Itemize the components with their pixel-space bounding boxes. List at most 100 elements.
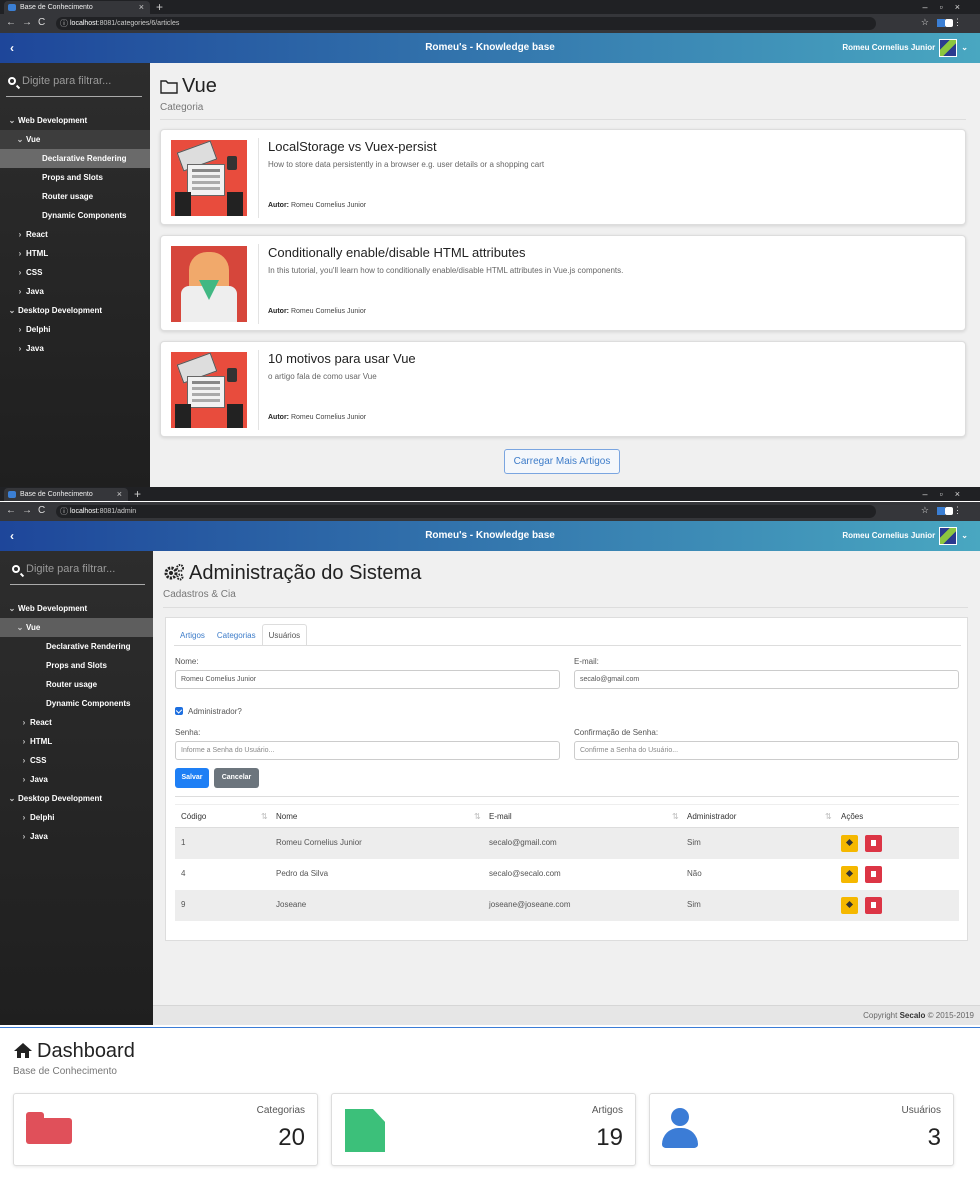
column-header-email[interactable]: E-mail: [489, 812, 512, 821]
tree-item-html[interactable]: › HTML: [0, 732, 153, 751]
sort-icon[interactable]: ⇅: [672, 812, 679, 821]
chevron-right-icon: ›: [22, 718, 26, 727]
cell-code: 9: [181, 900, 186, 909]
address-bar[interactable]: ⓘ localhost:8081/admin: [56, 505, 876, 518]
edit-button[interactable]: [841, 897, 858, 914]
article-card[interactable]: 10 motivos para usar Vue o artigo fala d…: [160, 341, 966, 437]
article-title[interactable]: Conditionally enable/disable HTML attrib…: [268, 245, 526, 260]
column-header-administrador[interactable]: Administrador: [687, 812, 736, 821]
tree-item-java[interactable]: › Java: [0, 770, 153, 789]
user-icon: [662, 1108, 698, 1148]
browser-tab[interactable]: Base de Conhecimento ×: [4, 488, 128, 501]
window-controls[interactable]: –▫×: [923, 487, 972, 501]
chevron-right-icon: ›: [18, 325, 22, 334]
new-tab-icon[interactable]: +: [156, 0, 163, 14]
table-header: Código ⇅ Nome ⇅ E-mail ⇅ Administrador ⇅…: [175, 804, 959, 828]
tab-artigos[interactable]: Artigos: [174, 625, 211, 647]
article-title[interactable]: LocalStorage vs Vuex-persist: [268, 139, 437, 154]
tree-item-web-development[interactable]: ⌄ Web Development: [0, 111, 150, 130]
divider: [258, 138, 259, 218]
search-input[interactable]: Digite para filtrar...: [10, 563, 145, 585]
address-bar[interactable]: ⓘ localhost:8081/categories/6/articles: [56, 17, 876, 30]
tree-item-css[interactable]: › CSS: [0, 751, 153, 770]
tree-item-dynamic-components[interactable]: Dynamic Components: [0, 206, 150, 225]
tree-item-vue[interactable]: ⌄ Vue: [0, 618, 153, 637]
tree-item-props-and-slots[interactable]: Props and Slots: [0, 168, 150, 187]
tree-item-java-desktop[interactable]: › Java: [0, 339, 150, 358]
tree-item-label: CSS: [26, 268, 43, 277]
new-tab-icon[interactable]: +: [134, 487, 141, 501]
column-header-nome[interactable]: Nome: [276, 812, 297, 821]
tab-usuarios[interactable]: Usuários: [261, 624, 308, 646]
confirm-password-field[interactable]: Confirme a Senha do Usuário...: [574, 741, 959, 760]
chevron-right-icon: ›: [18, 230, 22, 239]
password-field[interactable]: Informe a Senha do Usuário...: [175, 741, 560, 760]
extensions-bar[interactable]: ☆ ⋮: [921, 17, 970, 28]
chevron-right-icon: ›: [22, 813, 26, 822]
delete-button[interactable]: [865, 866, 882, 883]
load-more-button[interactable]: Carregar Mais Artigos: [504, 449, 620, 474]
article-title[interactable]: 10 motivos para usar Vue: [268, 351, 416, 366]
save-button[interactable]: Salvar: [175, 768, 209, 788]
tree-item-java-desktop[interactable]: › Java: [0, 827, 153, 846]
sort-icon[interactable]: ⇅: [474, 812, 481, 821]
search-placeholder: Digite para filtrar...: [22, 75, 112, 87]
chevron-right-icon: ›: [22, 737, 26, 746]
tree-item-declarative-rendering[interactable]: Declarative Rendering: [0, 637, 153, 656]
stat-value: 3: [927, 1124, 941, 1151]
cancel-button[interactable]: Cancelar: [214, 768, 259, 788]
sort-icon[interactable]: ⇅: [261, 812, 268, 821]
close-tab-icon[interactable]: ×: [117, 488, 122, 501]
close-tab-icon[interactable]: ×: [139, 1, 144, 14]
tree-item-web-development[interactable]: ⌄ Web Development: [0, 599, 153, 618]
article-card[interactable]: LocalStorage vs Vuex-persist How to stor…: [160, 129, 966, 225]
browser-nav-icons[interactable]: ←→C: [6, 17, 51, 28]
chevron-down-icon: ⌄: [16, 623, 24, 632]
tree-item-label: HTML: [30, 737, 53, 746]
tree-item-java[interactable]: › Java: [0, 282, 150, 301]
favicon-icon: [8, 491, 16, 498]
extensions-bar[interactable]: ☆ ⋮: [921, 505, 970, 516]
tree-item-label: Desktop Development: [18, 794, 103, 803]
tree-item-vue[interactable]: ⌄ Vue: [0, 130, 150, 149]
tree-item-router-usage[interactable]: Router usage: [0, 187, 150, 206]
chevron-down-icon: ⌄: [8, 306, 16, 315]
cell-code: 1: [181, 838, 186, 847]
admin-checkbox[interactable]: [175, 707, 183, 715]
tree-item-label: Java: [30, 832, 48, 841]
tree-item-label: React: [26, 230, 48, 239]
tree-item-react[interactable]: › React: [0, 225, 150, 244]
name-field[interactable]: Romeu Cornelius Junior: [175, 670, 560, 689]
tree-item-desktop-development[interactable]: ⌄ Desktop Development: [0, 789, 153, 808]
user-dropdown[interactable]: Romeu Cornelius Junior ⌄: [842, 521, 968, 551]
tree-item-router-usage[interactable]: Router usage: [0, 675, 153, 694]
edit-button[interactable]: [841, 835, 858, 852]
tree-item-css[interactable]: › CSS: [0, 263, 150, 282]
user-dropdown[interactable]: Romeu Cornelius Junior ⌄: [842, 33, 968, 63]
tree-item-delphi[interactable]: › Delphi: [0, 808, 153, 827]
article-card[interactable]: Conditionally enable/disable HTML attrib…: [160, 235, 966, 331]
tree-item-dynamic-components[interactable]: Dynamic Components: [0, 694, 153, 713]
url-path: :8081/categories/6/articles: [97, 20, 180, 27]
email-field[interactable]: secalo@gmail.com: [574, 670, 959, 689]
window-controls[interactable]: –▫×: [923, 0, 972, 14]
footer-brand[interactable]: Secalo: [900, 1011, 926, 1020]
tree-item-html[interactable]: › HTML: [0, 244, 150, 263]
tab-categorias[interactable]: Categorias: [211, 625, 262, 647]
edit-button[interactable]: [841, 866, 858, 883]
browser-nav-icons[interactable]: ←→C: [6, 505, 51, 516]
search-input[interactable]: Digite para filtrar...: [6, 75, 142, 97]
column-header-codigo[interactable]: Código: [181, 812, 206, 821]
tree-item-props-and-slots[interactable]: Props and Slots: [0, 656, 153, 675]
app-title: Romeu's - Knowledge base: [425, 530, 555, 541]
tree-item-react[interactable]: › React: [0, 713, 153, 732]
delete-button[interactable]: [865, 835, 882, 852]
browser-tab[interactable]: Base de Conhecimento ×: [4, 1, 150, 14]
delete-button[interactable]: [865, 897, 882, 914]
tree-item-label: Props and Slots: [46, 661, 107, 670]
tree-item-desktop-development[interactable]: ⌄ Desktop Development: [0, 301, 150, 320]
cell-admin: Não: [687, 869, 702, 878]
tree-item-declarative-rendering[interactable]: Declarative Rendering: [0, 149, 150, 168]
sort-icon[interactable]: ⇅: [825, 812, 832, 821]
tree-item-delphi[interactable]: › Delphi: [0, 320, 150, 339]
